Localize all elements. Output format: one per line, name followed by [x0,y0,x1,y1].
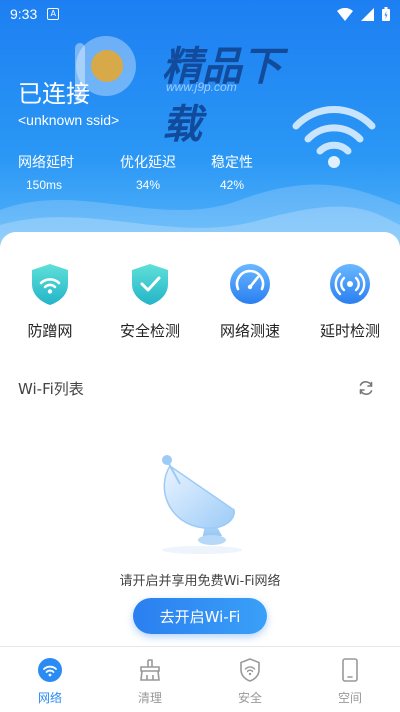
main-panel: 防蹭网 安全检测 网络测速 延时检测 Wi-Fi列表 请开启并享用免费Wi-Fi… [0,232,400,646]
stat-optimization: 优化延迟 34% [106,152,190,192]
nav-network[interactable]: 网络 [0,647,100,712]
nav-label: 网络 [37,691,62,705]
ssid-label: <unknown ssid> [18,112,120,128]
battery-icon [382,7,390,21]
bottom-nav: 网络 清理 安全 空间 [0,646,400,712]
stat-label: 优化延迟 [120,155,176,171]
wifi-list-title: Wi-Fi列表 [18,380,84,398]
stat-value: 42% [219,178,245,192]
stat-value: 150ms [26,178,63,192]
wifi-signal-icon [337,7,353,21]
tool-label: 防蹭网 [27,322,73,340]
speedometer-icon [230,264,270,304]
wifi-illustration-icon [292,106,376,168]
tool-security-check[interactable]: 安全检测 [100,262,200,341]
tool-anti-leech[interactable]: 防蹭网 [0,262,100,341]
nav-label: 安全 [237,691,262,705]
shield-wifi-icon [32,264,68,305]
status-bar: 9:33 A [0,0,400,28]
nav-label: 清理 [137,691,162,705]
nav-storage[interactable]: 空间 [300,647,400,712]
watermark: 精品下载 www.j9p.com [70,28,320,148]
tool-latency-check[interactable]: 延时检测 [300,262,400,341]
tool-speed-test[interactable]: 网络测速 [200,262,300,341]
status-icons [337,7,390,21]
status-time: 9:33 [10,6,38,22]
stat-label: 稳定性 [211,155,253,171]
wifi-icon [38,658,62,682]
cell-signal-icon [361,7,374,21]
nav-clean[interactable]: 清理 [100,647,200,712]
notification-icon: A [47,8,60,20]
signal-broadcast-icon [330,264,370,304]
nav-security[interactable]: 安全 [200,647,300,712]
empty-state-text: 请开启并享用免费Wi-Fi网络 [119,574,281,589]
connection-status: 已连接 [18,80,90,108]
tool-label: 延时检测 [319,322,380,340]
stat-value: 34% [135,178,161,192]
shield-check-icon [132,264,168,305]
tool-grid: 防蹭网 安全检测 网络测速 延时检测 [0,262,400,341]
watermark-url: www.j9p.com [166,80,237,94]
stat-stability: 稳定性 42% [190,152,274,192]
nav-label: 空间 [337,691,362,705]
tool-label: 网络测速 [219,322,280,340]
stat-label: 网络延时 [18,155,74,171]
phone-icon [342,658,358,682]
stat-latency: 网络延时 150ms [18,152,106,192]
shield-icon [240,658,260,682]
broom-icon [140,659,160,681]
tool-label: 安全检测 [119,322,180,340]
satellite-dish-icon [162,455,242,554]
open-wifi-button[interactable]: 去开启Wi-Fi [133,598,267,634]
refresh-icon[interactable] [356,378,376,398]
network-stats: 网络延时 150ms 优化延迟 34% 稳定性 42% [18,152,274,192]
